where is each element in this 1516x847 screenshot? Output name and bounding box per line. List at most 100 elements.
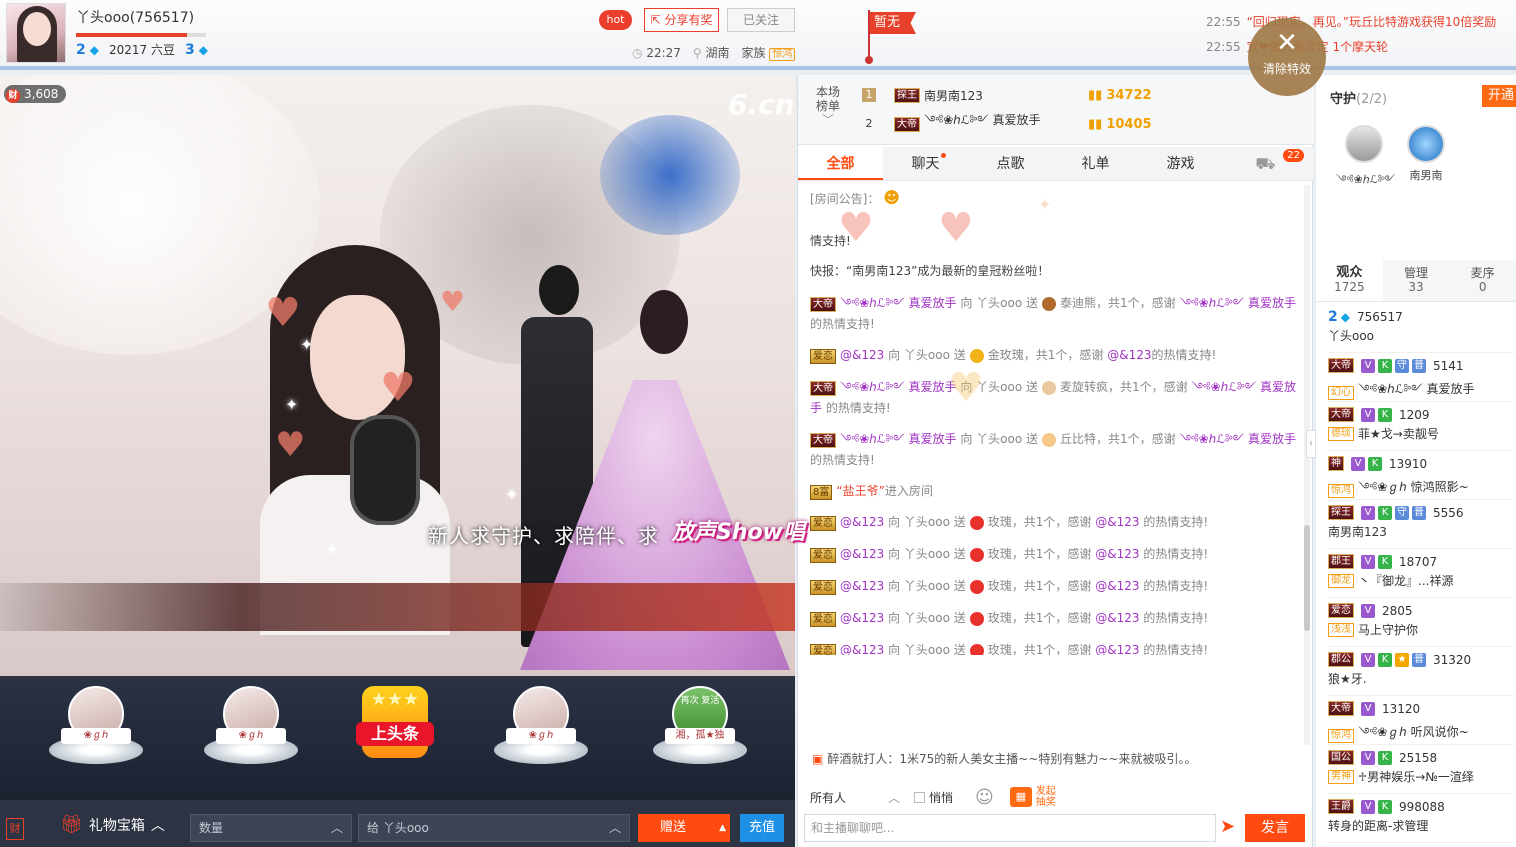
audience-row[interactable]: 2 ◆ 756517 丫头ooo: [1328, 305, 1514, 353]
chat-panel: 本场 榜单 ﹀ 1 探王 南男南123 ▮▮ 34722 2 大帝 ༺❀ℎℒ༻ …: [797, 75, 1314, 847]
audience-row[interactable]: 探王 V K 守普 5556 南男南123: [1328, 501, 1514, 549]
user-badge: K: [1378, 750, 1392, 765]
rank-tag: 大帝: [1328, 701, 1354, 716]
user-id: 5141: [1433, 358, 1464, 373]
guard-member[interactable]: ༺❀ℎℒ༻: [1336, 125, 1395, 198]
tab-mic-queue[interactable]: 麦序 0: [1449, 260, 1516, 301]
family-badge: 德琰: [1328, 426, 1354, 441]
family-badge: 男神: [1328, 769, 1354, 784]
tab-gifts[interactable]: 礼单: [1053, 147, 1138, 180]
smile-icon: ☻: [883, 188, 900, 207]
recipient-select[interactable]: 给 丫头ooo ︿: [358, 814, 630, 842]
audience-row[interactable]: 国公 V K 25158 男神 ♱男神娱乐→№一渲绎: [1328, 746, 1514, 794]
guard-member[interactable]: 南男南: [1398, 125, 1454, 183]
tab-audience[interactable]: 观众 1725: [1316, 260, 1383, 301]
chat-messages[interactable]: [房间公告]： ☻ 情支持! 快报：“南男南123”成为最新的皇冠粉丝啦！ 大帝…: [798, 185, 1304, 655]
chat-enter-message: 8富 “盐王爷”进入房间: [810, 481, 1296, 502]
host-beans: 20217 六豆: [108, 43, 175, 57]
audience-row[interactable]: 大帝 V 13120 惊鸿 ༺❀ℊℎ 听风说你~: [1328, 697, 1514, 745]
rose-icon: [969, 579, 984, 594]
follow-button[interactable]: 已关注: [727, 8, 795, 32]
user-id: 1209: [1399, 407, 1430, 422]
user-badge: V: [1361, 358, 1375, 373]
chat-announcement: [房间公告]： ☻: [810, 188, 900, 207]
gift-box-button[interactable]: 🎁︎ 礼物宝箱 ︿: [60, 814, 165, 835]
lottery-button[interactable]: ▦ 发起 抽奖: [1009, 786, 1056, 808]
rank-tag: 大帝: [1328, 358, 1354, 373]
tab-song[interactable]: 点歌: [968, 147, 1053, 180]
gift-box-label: 礼物宝箱: [88, 817, 145, 834]
gift-caption: ❀ℊℎ: [216, 728, 286, 744]
open-guard-button[interactable]: 开通: [1482, 85, 1516, 107]
rank-row[interactable]: 2 大帝 ༺❀ℎℒ༻ 真爱放手 ▮▮ 10405: [862, 113, 1152, 135]
heart-effect-icon: ♥: [838, 205, 874, 251]
chat-send-button[interactable]: 发言: [1245, 814, 1305, 842]
chat-gift-message: 大帝 ༺❀ℎℒ༻ 真爱放手 向 丫头ooo 送麦旋转疯，共1个，感谢 ༺❀ℎℒ༻ …: [810, 380, 1297, 415]
chat-input[interactable]: 和主播聊聊吧...: [804, 814, 1216, 842]
gift-item[interactable]: ❀ℊℎ: [46, 686, 146, 776]
flag-pole-icon: [865, 10, 873, 64]
whisper-checkbox[interactable]: 悄悄: [914, 789, 953, 806]
recharge-button[interactable]: 充值: [740, 814, 784, 842]
audience-row[interactable]: 郡王 V K 18707 御龙 丶『御龙』...祥源: [1328, 550, 1514, 598]
chat-recipient-select[interactable]: 所有人 ︿: [810, 789, 900, 806]
tab-games[interactable]: 游戏: [1138, 147, 1223, 180]
clear-effects-button[interactable]: ✕ 清除特效: [1248, 18, 1326, 96]
audience-row[interactable]: 爱恋 V 2805 浅浅 马上守护你: [1328, 599, 1514, 647]
chat-scroll-thumb[interactable]: [1304, 525, 1310, 631]
location-icon: ⚲: [692, 46, 702, 60]
user-badge: V: [1361, 701, 1375, 716]
gift-item[interactable]: ❀ℊℎ: [201, 686, 301, 776]
rank-tag: 郡公: [1328, 652, 1354, 667]
chat-gift-message: 爱恋 @&123 向 丫头ooo 送金玫瑰，共1个，感谢 @&123的热情支持!: [810, 345, 1296, 366]
audience-row[interactable]: 王爵 V K 998088 转身的距离-求管理: [1328, 795, 1514, 843]
audience-row[interactable]: 大帝 V K 守普 5141 幻心 ༺❀ℎℒ༻ 真爱放手: [1328, 354, 1514, 402]
chat-scrollbar[interactable]: [1304, 185, 1310, 745]
user-badge: V: [1361, 554, 1375, 569]
audience-row[interactable]: 神 V K 13910 惊鸿 ༺❀ℊℎ 惊鸿照影~: [1328, 452, 1514, 500]
rank-row[interactable]: 1 探王 南男南123 ▮▮ 34722: [862, 84, 1152, 106]
chat-flash: 快报：“南男南123”成为最新的皇冠粉丝啦！: [810, 264, 1050, 278]
send-icon[interactable]: ➤: [1220, 816, 1235, 837]
user-badge: V: [1361, 603, 1375, 618]
car-icon: ⛟: [1255, 154, 1276, 173]
coin-icon: ▮▮: [1088, 87, 1103, 103]
gift-item[interactable]: ❀ℊℎ: [491, 686, 591, 776]
coin-icon: ▮▮: [1088, 116, 1103, 132]
chat-fragment: 情支持!: [810, 234, 851, 248]
chevron-down-icon: ﹀: [821, 113, 834, 127]
collapse-panel-button[interactable]: ‹: [1306, 430, 1316, 458]
flag-badge[interactable]: 暂无: [870, 12, 916, 34]
user-name: 狼★牙.: [1328, 672, 1367, 686]
wealth-badge[interactable]: 财 3,608: [4, 85, 67, 103]
rank-label[interactable]: 本场 榜单 ﹀: [812, 85, 844, 127]
share-button[interactable]: ⇱ 分享有奖: [644, 8, 719, 32]
rose-icon: [969, 515, 984, 530]
send-gift-button[interactable]: 赠送 ▲: [638, 814, 730, 842]
audience-row[interactable]: 郡公 V K ★ 普 31320 狼★牙.: [1328, 648, 1514, 696]
family-badge: 浅浅: [1328, 622, 1354, 637]
gift-item[interactable]: 再次 复活 湘，孤★独: [650, 686, 750, 776]
host-name[interactable]: 丫头ooo(756517): [76, 7, 194, 27]
emoji-icon[interactable]: ☺: [975, 787, 994, 808]
tab-admins[interactable]: 管理 33: [1383, 260, 1450, 301]
quantity-input[interactable]: 数量 ︿: [190, 814, 352, 842]
host-avatar[interactable]: [6, 3, 66, 63]
wealth-button[interactable]: 财: [6, 818, 24, 840]
diamond-icon: ◆: [1340, 310, 1350, 324]
headline-gift-button[interactable]: ★★★ 上头条: [356, 686, 434, 758]
chevron-up-icon: ︿: [608, 821, 621, 835]
room-notice: ▣ 醉酒就打人：1米75的新人美女主播~~特别有魅力~~来就被吸引。。: [812, 752, 1197, 766]
sparkle-icon: ✦: [1038, 195, 1052, 214]
audience-row[interactable]: 大帝 V K 1209 德琰 菲★戈→卖靓号: [1328, 403, 1514, 451]
live-video[interactable]: ♥ ♥ ♥ ♥ ✦ ✦ ✦ ✦: [0, 75, 795, 676]
viewer-count: 3,608: [24, 87, 59, 101]
user-badge: V: [1361, 505, 1375, 520]
heart-effect-icon: ♥: [948, 365, 984, 411]
family-badge[interactable]: 惊鸿: [769, 48, 796, 61]
heart-effect-icon: ♥: [938, 205, 974, 251]
tab-car[interactable]: ⛟ 22: [1223, 147, 1308, 180]
user-badge: K: [1378, 554, 1392, 569]
tab-all[interactable]: 全部: [798, 147, 883, 180]
tab-chat[interactable]: 聊天: [883, 147, 968, 180]
